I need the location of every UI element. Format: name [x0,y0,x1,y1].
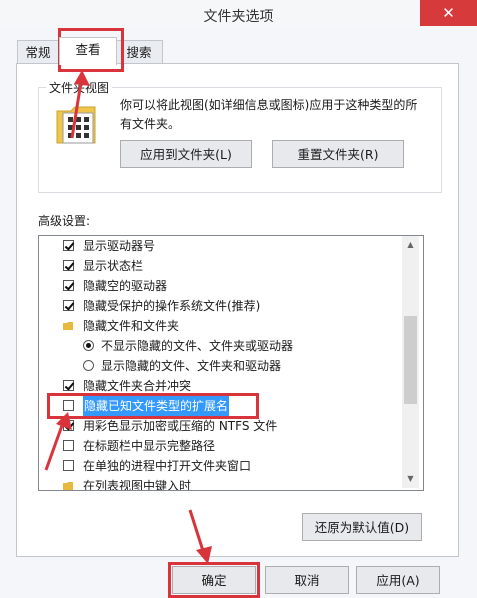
checkbox[interactable] [63,260,74,271]
list-item-label: 用彩色显示加密或压缩的 NTFS 文件 [83,419,278,433]
apply-button[interactable]: 应用(A) [356,566,440,594]
folder-icon [63,482,73,490]
list-item-label: 隐藏文件和文件夹 [83,319,180,333]
list-item-label: 隐藏文件夹合并冲突 [83,379,192,393]
radio-button[interactable] [83,360,94,371]
checkbox[interactable] [63,460,74,471]
scroll-down-icon[interactable]: ▼ [404,472,417,486]
folder-view-description: 你可以将此视图(如详细信息或图标)应用于这种类型的所有文件夹。 [120,98,418,131]
list-item-label: 显示状态栏 [83,259,144,273]
apply-to-folders-button[interactable]: 应用到文件夹(L) [120,140,252,168]
checkbox[interactable] [63,300,74,311]
folder-view-label: 文件夹视图 [46,79,113,96]
tab-view[interactable]: 查看 [59,37,117,65]
scroll-thumb[interactable] [404,316,417,404]
advanced-settings-label: 高级设置: [38,214,91,228]
list-item-label: 隐藏空的驱动器 [83,279,168,293]
restore-defaults-button[interactable]: 还原为默认值(D) [302,513,422,541]
folder-icon [63,322,73,330]
window-title: 文件夹选项 [203,9,274,25]
list-item-label: 显示驱动器号 [83,239,156,253]
list-item-label: 显示隐藏的文件、文件夹和驱动器 [101,359,282,373]
radio-button[interactable] [83,340,94,351]
checkbox[interactable] [63,440,74,451]
list-item-label: 隐藏已知文件类型的扩展名 [83,396,230,416]
tab-general[interactable]: 常规 [17,40,59,65]
title-bar: 文件夹选项 ✕ [0,0,477,30]
scrollbar[interactable]: ▲ ▼ [402,236,419,488]
checkbox[interactable] [63,380,74,391]
list-item-label: 不显示隐藏的文件、文件夹或驱动器 [101,339,294,353]
list-item-label: 在标题栏中显示完整路径 [83,439,216,453]
ok-button[interactable]: 确定 [172,566,256,594]
scroll-up-icon[interactable]: ▲ [404,238,417,252]
checkbox[interactable] [63,280,74,291]
close-button[interactable]: ✕ [420,0,477,26]
tab-search[interactable]: 搜索 [115,40,163,65]
reset-folders-button[interactable]: 重置文件夹(R) [272,140,404,168]
folder-icon [56,106,96,144]
close-icon: ✕ [442,4,455,22]
checkbox[interactable] [63,400,74,411]
checkbox[interactable] [63,240,74,251]
advanced-settings-list: 显示驱动器号 显示状态栏 隐藏空的驱动器 隐藏受保护的操作系统文件(推荐) 隐藏… [38,235,424,491]
checkbox[interactable] [63,420,74,431]
cancel-button[interactable]: 取消 [265,566,349,594]
list-item-label: 在列表视图中键入时 [83,479,192,491]
list-item-label: 隐藏受保护的操作系统文件(推荐) [83,299,261,313]
list-item-label: 在单独的进程中打开文件夹窗口 [83,459,252,473]
